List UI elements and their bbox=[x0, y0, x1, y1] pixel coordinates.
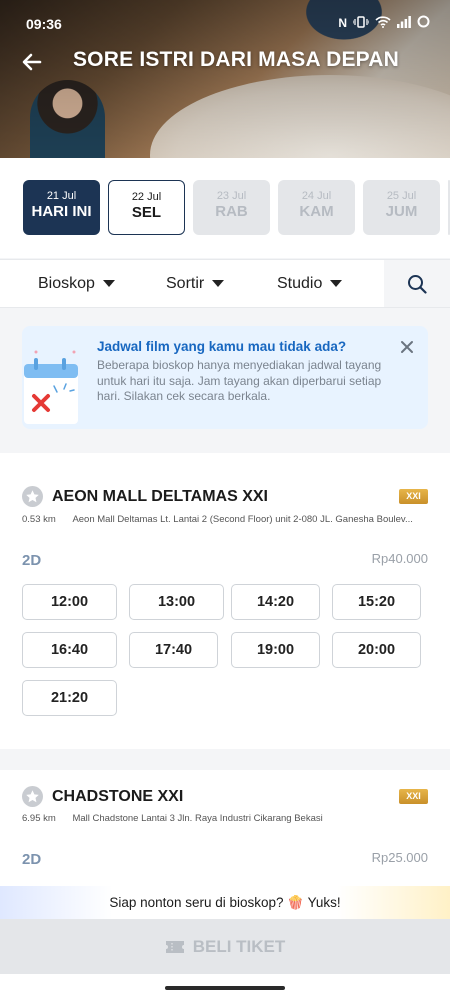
cinema-name: AEON MALL DELTAMAS XXI bbox=[52, 487, 268, 505]
date-selector: 21 Jul HARI INI 22 Jul SEL 23 Jul RAB 24… bbox=[0, 158, 450, 258]
cinema-address: Mall Chadstone Lantai 3 Jln. Raya Indust… bbox=[72, 813, 323, 824]
promo-banner: Siap nonton seru di bioskop? 🍿 Yuks! bbox=[0, 886, 450, 919]
showtime-button[interactable]: 12:00 bbox=[22, 584, 117, 620]
caret-down-icon bbox=[212, 280, 225, 288]
cinema-distance: 0.53 km bbox=[22, 514, 56, 525]
wifi-icon bbox=[375, 15, 391, 31]
cinema-card: AEON MALL DELTAMAS XXI XXI 0.53 km Aeon … bbox=[0, 453, 450, 749]
xxi-badge: XXI bbox=[399, 489, 428, 504]
close-icon[interactable] bbox=[398, 338, 416, 356]
showtime-button[interactable]: 17:40 bbox=[129, 632, 218, 668]
showtime-button[interactable]: 20:00 bbox=[332, 632, 421, 668]
cinema-name: CHADSTONE XXI bbox=[52, 787, 184, 805]
date-chip-22-jul[interactable]: 22 Jul SEL bbox=[108, 180, 185, 235]
buy-ticket-button[interactable]: BELI TIKET bbox=[0, 919, 450, 974]
signal-icon bbox=[397, 15, 411, 31]
status-time: 09:36 bbox=[26, 16, 62, 32]
ticket-price: Rp25.000 bbox=[371, 850, 428, 865]
filter-sortir-dropdown[interactable]: Sortir bbox=[166, 275, 225, 293]
showtime-button[interactable]: 14:20 bbox=[231, 584, 320, 620]
ticket-price: Rp40.000 bbox=[371, 551, 428, 566]
showtime-button[interactable]: 13:00 bbox=[129, 584, 224, 620]
vibrate-icon bbox=[352, 15, 370, 31]
showtime-button[interactable]: 19:00 bbox=[231, 632, 320, 668]
filter-bioskop-dropdown[interactable]: Bioskop bbox=[38, 275, 115, 293]
showtime-button[interactable]: 21:20 bbox=[22, 680, 117, 716]
filter-studio-dropdown[interactable]: Studio bbox=[277, 275, 343, 293]
ticket-icon bbox=[165, 940, 184, 953]
date-chip-25-jul[interactable]: 25 Jul JUM bbox=[363, 180, 440, 235]
format-label: 2D bbox=[22, 552, 42, 569]
calendar-illustration-icon bbox=[22, 346, 92, 429]
buy-ticket-label: BELI TIKET bbox=[192, 936, 286, 956]
showtime-button[interactable]: 15:20 bbox=[332, 584, 421, 620]
schedule-notice: Jadwal film yang kamu mau tidak ada? Beb… bbox=[22, 326, 428, 429]
caret-down-icon bbox=[330, 280, 343, 288]
bottom-bar: BELI TIKET bbox=[0, 919, 450, 1000]
date-chip-21-jul[interactable]: 21 Jul HARI INI bbox=[23, 180, 100, 235]
status-bar: 09:36 N bbox=[0, 0, 450, 44]
cinema-address: Aeon Mall Deltamas Lt. Lantai 2 (Second … bbox=[72, 514, 413, 525]
date-chip-23-jul[interactable]: 23 Jul RAB bbox=[193, 180, 270, 235]
xxi-badge: XXI bbox=[399, 789, 428, 804]
search-button[interactable] bbox=[384, 260, 450, 307]
home-indicator[interactable] bbox=[165, 986, 285, 990]
filter-bar: Bioskop Sortir Studio bbox=[0, 259, 450, 308]
page-title: SORE ISTRI DARI MASA DEPAN bbox=[72, 48, 400, 71]
notice-title: Jadwal film yang kamu mau tidak ada? bbox=[97, 339, 347, 354]
nfc-icon: N bbox=[338, 16, 347, 30]
caret-down-icon bbox=[102, 280, 115, 288]
format-label: 2D bbox=[22, 851, 42, 868]
search-icon bbox=[408, 274, 427, 294]
showtime-button[interactable]: 16:40 bbox=[22, 632, 117, 668]
date-chip-24-jul[interactable]: 24 Jul KAM bbox=[278, 180, 355, 235]
cinema-distance: 6.95 km bbox=[22, 813, 56, 824]
star-favorite-icon[interactable] bbox=[22, 786, 43, 807]
notice-text: Beberapa bioskop hanya menyediakan jadwa… bbox=[97, 358, 382, 403]
star-favorite-icon[interactable] bbox=[22, 486, 43, 507]
battery-ring-icon bbox=[417, 15, 430, 31]
